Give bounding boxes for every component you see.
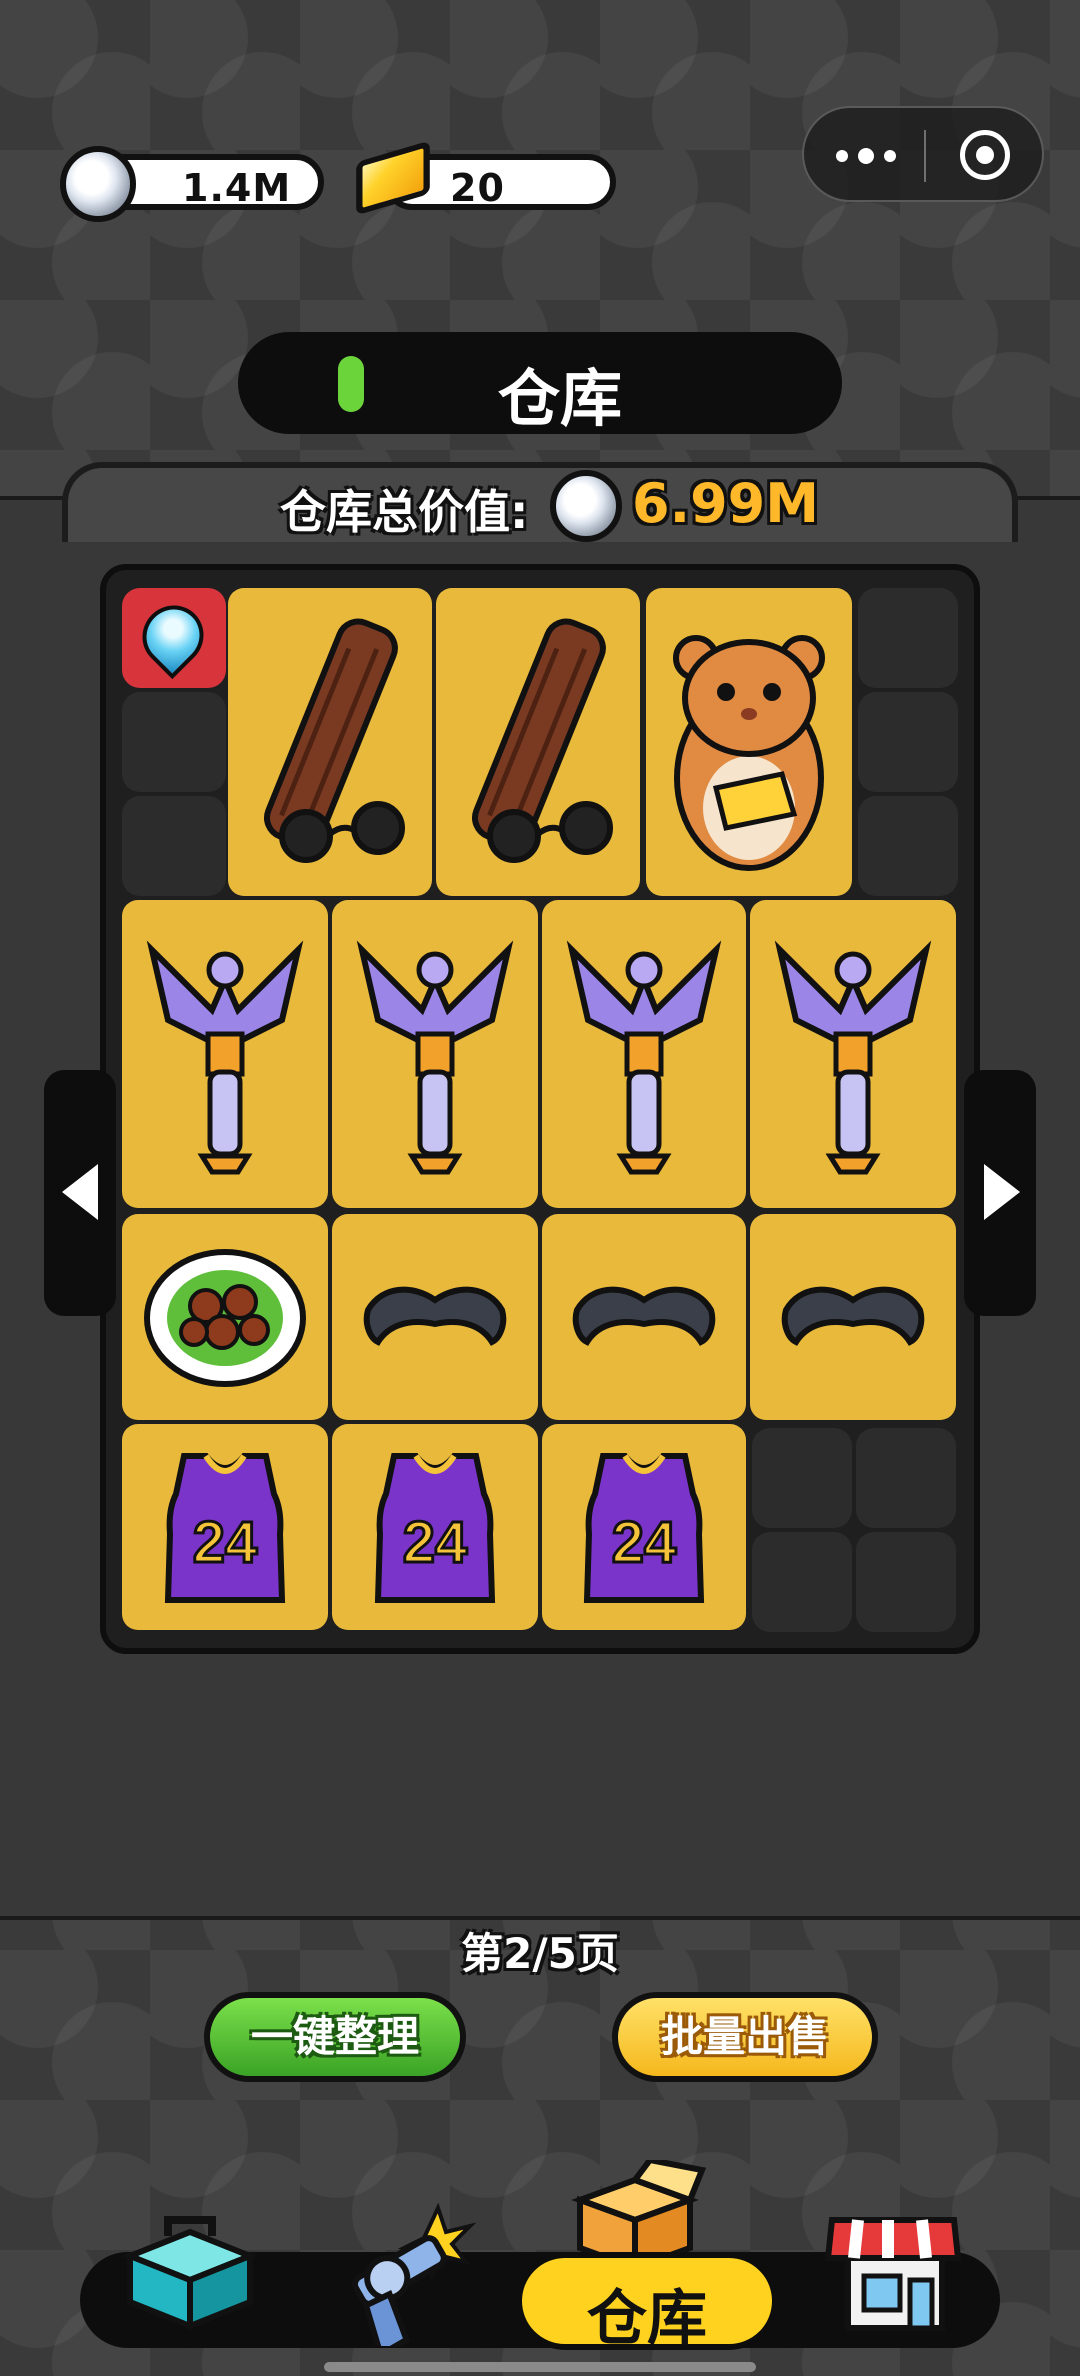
empty-slot [858,692,958,792]
empty-slot [858,588,958,688]
arrow-left-icon [62,1164,98,1220]
log-with-sunglasses-icon [472,618,613,863]
nav-item-toolbox[interactable] [120,2196,260,2336]
silver-coin-icon [550,470,622,542]
item-cell[interactable] [332,1214,538,1420]
empty-slot [856,1428,956,1528]
diamond-icon [129,592,217,680]
nav-item-shop[interactable] [818,2196,968,2336]
diamond-badge[interactable] [122,588,226,688]
revolver-icon [351,2202,477,2360]
page-title: 仓库 [497,362,622,435]
item-cell[interactable] [228,588,432,896]
item-cell[interactable] [122,900,328,1208]
arrow-right-icon [984,1164,1020,1220]
jersey-number: 24 [612,1510,677,1575]
purple-trophy-scepter-icon [146,940,304,1175]
next-page-button[interactable] [964,1070,1036,1316]
empty-slot [122,692,226,792]
target-icon[interactable] [960,130,1010,180]
hamster-with-gold-icon [673,635,825,871]
item-cell[interactable]: 24 [332,1424,538,1630]
miniprogram-capsule [802,106,1044,202]
empty-slot [858,796,958,896]
purple-trophy-scepter-icon [774,940,932,1175]
prev-page-button[interactable] [44,1070,116,1316]
purple-trophy-scepter-icon [356,940,514,1175]
meatball-plate-icon [144,1249,306,1387]
item-cell[interactable] [332,900,538,1208]
black-mustache-icon [572,1286,716,1346]
item-cell[interactable] [750,900,956,1208]
item-cell[interactable] [542,1214,746,1420]
toolbox-icon [121,2216,259,2331]
home-indicator [324,2362,756,2372]
item-cell[interactable]: 24 [542,1424,746,1630]
item-cell[interactable] [646,588,852,896]
item-cell[interactable] [122,1214,328,1420]
item-cell[interactable] [542,900,746,1208]
warehouse-total: 仓库总价值: 6.99M [0,470,1080,550]
total-value-label: 仓库总价值: [280,485,529,539]
empty-slot [752,1428,852,1528]
nav-active-pill[interactable]: 仓库 [516,2252,778,2354]
silver-coin-icon [60,146,136,222]
total-value-amount: 6.99M [632,472,819,535]
more-dots-icon[interactable] [836,138,896,174]
purple-jersey-icon: 24 [583,1453,705,1603]
black-mustache-icon [363,1286,507,1346]
shop-icon [824,2217,962,2331]
empty-slot [122,796,226,896]
gold-amount: 20 [450,166,505,210]
jersey-number: 24 [193,1510,258,1575]
capsule-divider [924,130,926,182]
purple-jersey-icon: 24 [374,1453,496,1603]
empty-slot [856,1532,956,1632]
nav-item-weapon[interactable] [326,2196,477,2360]
log-with-sunglasses-icon [264,618,405,863]
purple-jersey-icon: 24 [164,1453,286,1603]
purple-trophy-scepter-icon [566,940,722,1175]
page-indicator: 第2/5页 [461,1929,619,1978]
empty-slot [752,1532,852,1632]
item-cell[interactable] [436,588,640,896]
nav-warehouse-label: 仓库 [587,2284,707,2354]
title-bar: 仓库 [238,332,842,435]
jersey-number: 24 [403,1510,468,1575]
black-mustache-icon [781,1286,925,1346]
item-cell[interactable] [750,1214,956,1420]
bulk-sell-button[interactable]: 批量出售 [612,1992,878,2082]
item-cell[interactable]: 24 [122,1424,328,1630]
silver-amount: 1.4M [182,166,292,210]
organize-button[interactable]: 一键整理 [204,1992,466,2082]
